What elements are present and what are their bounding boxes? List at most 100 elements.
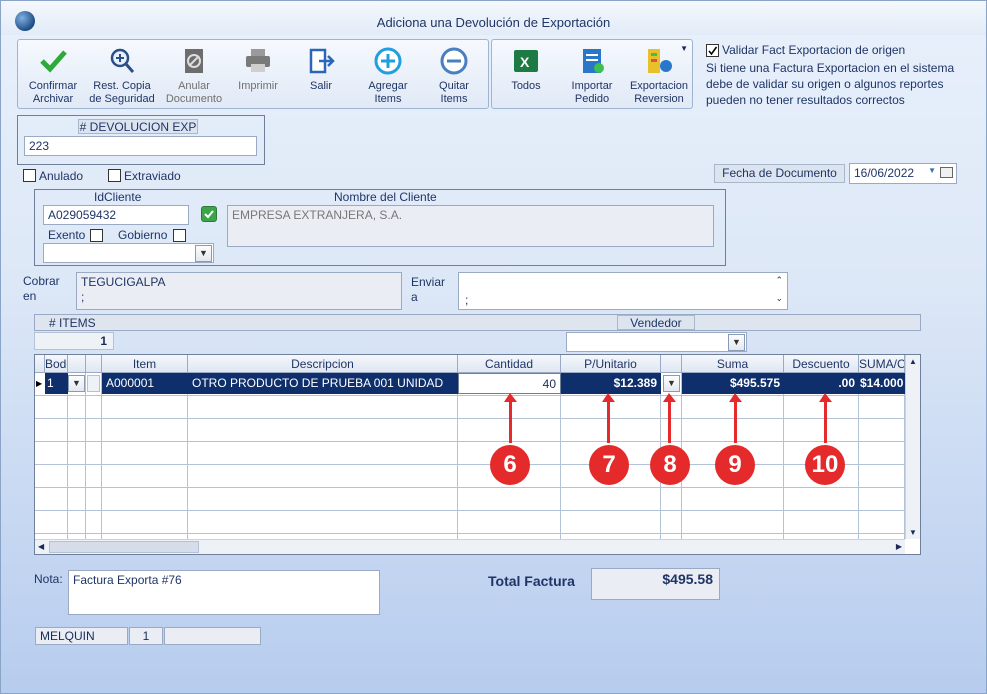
header-item[interactable]: Item	[102, 355, 188, 373]
exit-door-icon	[306, 46, 336, 76]
cell-bodega[interactable]: 1	[45, 373, 68, 394]
chevron-down-icon[interactable]: ▼	[195, 245, 212, 262]
confirm-label: Confirmar Archivar	[28, 80, 78, 105]
anulado-label: Anulado	[39, 169, 84, 183]
header-descuento[interactable]: Descuento	[784, 355, 859, 373]
status-user: MELQUIN	[35, 627, 128, 645]
confirm-button[interactable]: Confirmar Archivar	[22, 40, 84, 110]
cell-bodega-dropdown[interactable]: ▼	[68, 373, 86, 394]
exit-button[interactable]: Salir	[290, 40, 352, 110]
cancel-document-button[interactable]: Anular Documento	[160, 40, 228, 110]
scroll-down-icon[interactable]: ⌄	[775, 293, 783, 304]
total-label: Total Factura	[488, 573, 575, 589]
cell-cantidad[interactable]: 40	[458, 373, 561, 394]
date-label: Fecha de Documento	[714, 164, 845, 183]
status-empty	[164, 627, 261, 645]
callout-8: 8	[650, 445, 690, 485]
doc-number-field[interactable]: 223	[24, 136, 257, 156]
add-items-button[interactable]: Agregar Items	[356, 40, 420, 110]
callout-10: 10	[805, 445, 845, 485]
scroll-up-icon[interactable]: ▲	[909, 357, 917, 366]
validate-label: Validar Fact Exportacion de origen	[722, 43, 906, 57]
header-cantidad[interactable]: Cantidad	[458, 355, 561, 373]
cobrar-value-1: TEGUCIGALPA	[81, 275, 166, 289]
gobierno-checkbox[interactable]	[173, 229, 186, 242]
callout-7: 7	[589, 445, 629, 485]
chevron-down-icon[interactable]: ▼	[68, 375, 85, 392]
scroll-thumb[interactable]	[49, 541, 199, 553]
nota-field[interactable]: Factura Exporta #76	[68, 570, 380, 615]
scroll-up-icon[interactable]: ⌃	[775, 275, 783, 286]
date-field[interactable]: 16/06/2022 ▼	[849, 163, 957, 184]
excel-icon: X	[511, 46, 541, 76]
all-label: Todos	[511, 80, 541, 92]
all-excel-button[interactable]: X Todos	[494, 40, 558, 110]
print-button[interactable]: Imprimir	[228, 40, 288, 110]
exento-checkbox[interactable]	[90, 229, 103, 242]
title-bar: Adiciona una Devolución de Exportación	[1, 1, 986, 35]
scroll-down-icon[interactable]: ▼	[909, 528, 917, 537]
vendedor-select[interactable]: ▼	[566, 332, 747, 352]
import-order-label: Importar Pedido	[571, 80, 613, 105]
vendedor-label: Vendedor	[617, 315, 695, 330]
horizontal-scrollbar[interactable]: ◀ ▶	[35, 539, 905, 554]
client-name-label: Nombre del Cliente	[334, 190, 437, 204]
client-id-label: IdCliente	[94, 190, 142, 204]
date-dropdown-icon[interactable]: ▼	[928, 166, 936, 175]
checkmark-icon	[38, 46, 68, 76]
items-count-label: # ITEMS	[49, 316, 96, 330]
items-count-field: 1	[34, 332, 114, 350]
extraviado-checkbox[interactable]	[108, 169, 121, 182]
cell-suma[interactable]: $495.575	[682, 373, 784, 394]
grid-empty-row	[35, 396, 920, 419]
header-punitario[interactable]: P/Unitario	[561, 355, 661, 373]
cell-price-dropdown[interactable]: ▼	[661, 373, 682, 394]
callout-6: 6	[490, 445, 530, 485]
items-grid: Bodega Item Descripcion Cantidad P/Unita…	[34, 354, 921, 555]
cancel-document-label: Anular Documento	[165, 80, 223, 105]
import-order-icon	[577, 46, 607, 76]
header-sumac[interactable]: SUMA/C	[859, 355, 905, 373]
vertical-scrollbar[interactable]: ▲ ▼	[905, 355, 920, 539]
table-row[interactable]: ▶ 1 ▼ A000001 OTRO PRODUCTO DE PRUEBA 00…	[35, 373, 920, 396]
import-order-button[interactable]: Importar Pedido	[560, 40, 624, 110]
total-value: $495.58	[591, 568, 720, 600]
remove-items-button[interactable]: Quitar Items	[422, 40, 486, 110]
add-items-label: Agregar Items	[368, 80, 408, 105]
client-type-select[interactable]: ▼	[43, 243, 214, 263]
scroll-right-icon[interactable]: ▶	[896, 542, 902, 551]
cobrar-field: TEGUCIGALPA ;	[76, 272, 402, 310]
validate-checkbox[interactable]	[706, 44, 719, 57]
chevron-down-icon[interactable]: ▼	[728, 334, 745, 351]
chevron-down-icon[interactable]: ▼	[663, 375, 680, 392]
anulado-checkbox[interactable]	[23, 169, 36, 182]
cell-punitario[interactable]: $12.389	[561, 373, 661, 394]
header-suma[interactable]: Suma	[682, 355, 784, 373]
scroll-left-icon[interactable]: ◀	[38, 542, 44, 551]
cobrar-label-1: Cobrar	[23, 274, 60, 288]
nota-label: Nota:	[34, 572, 63, 586]
cell-descripcion[interactable]: OTRO PRODUCTO DE PRUEBA 001 UNIDAD	[188, 373, 458, 394]
header-blank	[86, 355, 102, 373]
toolbar-main: Confirmar Archivar Rest. Copia de Seguri…	[17, 39, 489, 109]
cell-sumac[interactable]: $14.000	[859, 373, 905, 394]
header-price-dropdown	[661, 355, 682, 373]
callout-arrow	[819, 393, 832, 443]
cell-descuento[interactable]: .00	[784, 373, 859, 394]
validate-client-icon[interactable]	[201, 206, 217, 222]
gobierno-label: Gobierno	[118, 228, 168, 242]
printer-icon	[243, 46, 273, 76]
enviar-field[interactable]: ; ⌃ ⌄	[458, 272, 788, 310]
header-bodega[interactable]: Bodega	[45, 355, 68, 373]
header-descripcion[interactable]: Descripcion	[188, 355, 458, 373]
remove-items-label: Quitar Items	[439, 80, 469, 105]
grid-empty-row	[35, 419, 920, 442]
cell-item[interactable]: A000001	[102, 373, 188, 394]
items-header-bar	[34, 314, 921, 331]
calendar-icon[interactable]	[940, 167, 953, 178]
dropdown-arrow-icon[interactable]: ▼	[680, 44, 688, 53]
main-window: Adiciona una Devolución de Exportación C…	[0, 0, 987, 694]
restore-backup-button[interactable]: Rest. Copia de Seguridad	[86, 40, 158, 110]
client-id-field[interactable]: A029059432	[43, 205, 189, 225]
exento-label: Exento	[48, 228, 86, 242]
